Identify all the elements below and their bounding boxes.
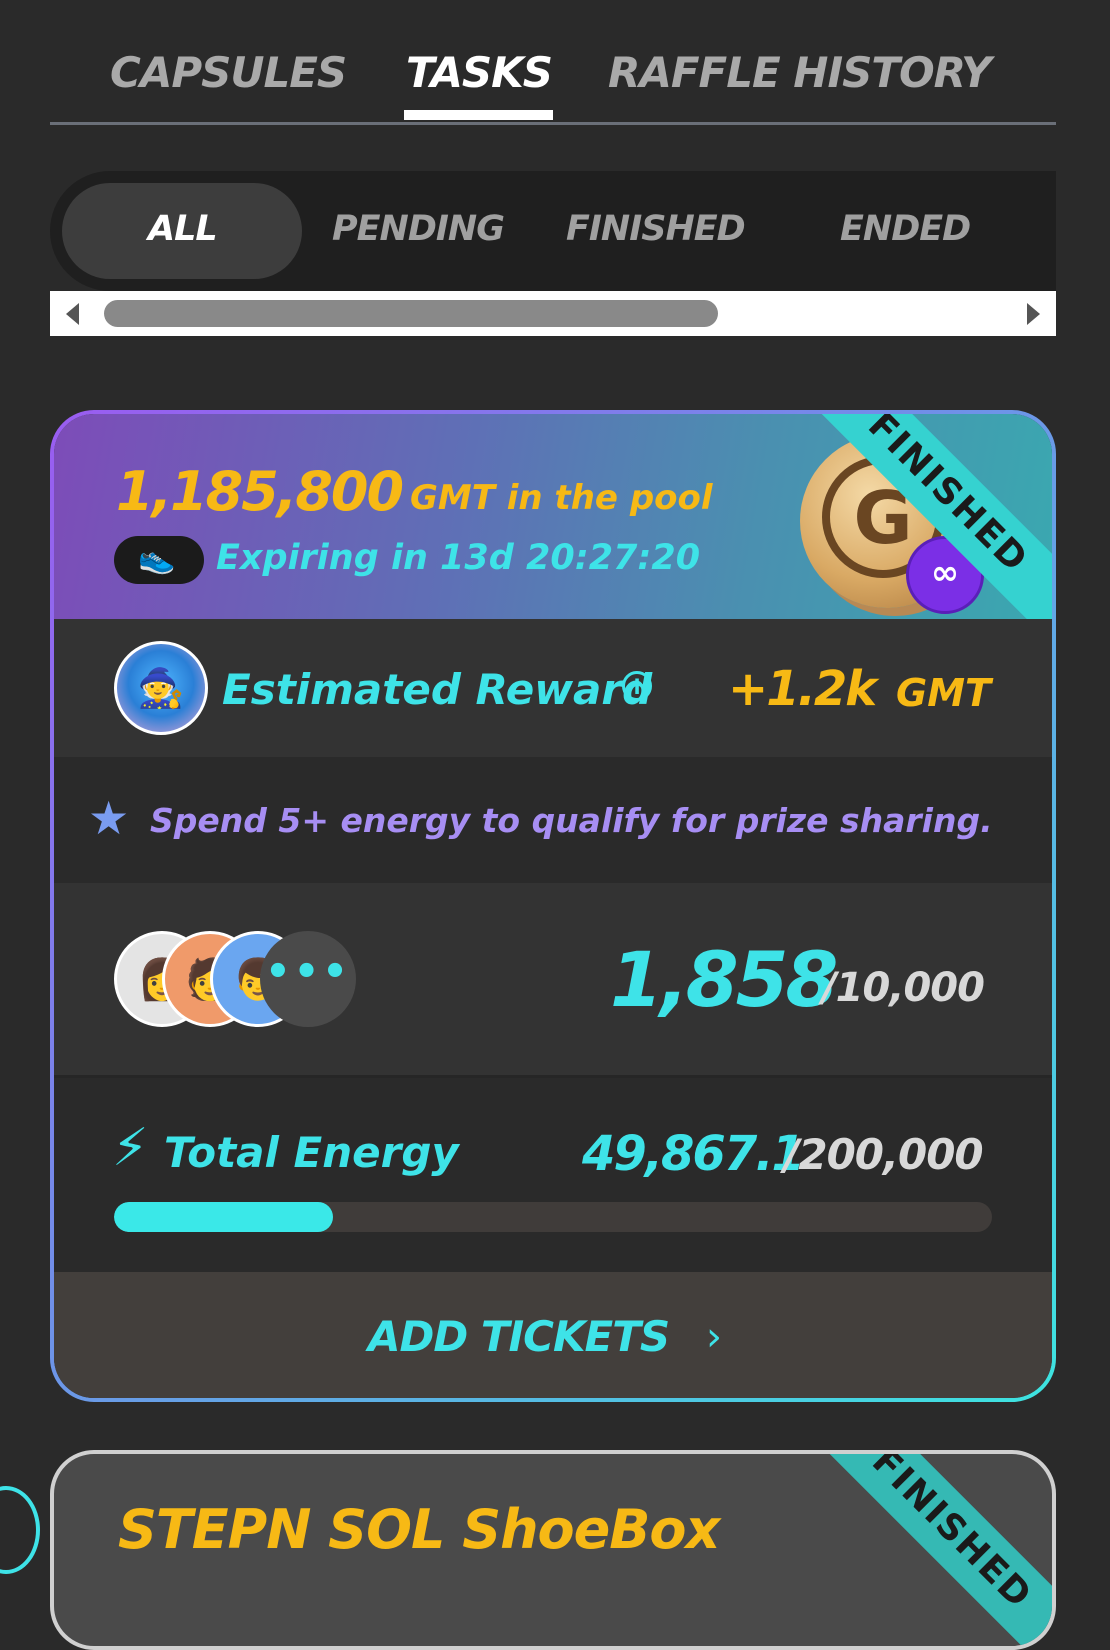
energy-label: Total Energy [164, 1128, 459, 1177]
energy-value: 49,867.1 [582, 1126, 805, 1182]
total-energy-row: ⚡ Total Energy 49,867.1 /200,000 [54, 1078, 1052, 1272]
info-icon[interactable]: i [622, 671, 652, 701]
card-header: 1,185,800 GMT in the pool 👟 Expiring in … [54, 414, 1052, 634]
tab-raffle-history[interactable]: RAFFLE HISTORY [608, 48, 992, 97]
avatar: 🧙 [114, 641, 208, 735]
add-tickets-button[interactable]: ADD TICKETS › [54, 1272, 1052, 1398]
star-icon: ★ [88, 791, 130, 845]
running-shoe-icon: 👟 [138, 541, 176, 576]
shoe-badge: 👟 [114, 536, 204, 584]
participants-row: 👩 🧑 👦 ••• 1,858 /10,000 [54, 883, 1052, 1078]
reward-label: Estimated Reward [222, 665, 653, 714]
add-tickets-label: ADD TICKETS [368, 1312, 670, 1361]
tab-tasks[interactable]: TASKS [406, 48, 553, 97]
pool-label: GMT in the pool [410, 478, 713, 518]
energy-max: /200,000 [784, 1130, 984, 1179]
filter-ended[interactable]: ENDED [840, 209, 971, 249]
ticket-count: 1,858 [610, 935, 838, 1024]
more-participants-button[interactable]: ••• [260, 931, 356, 1027]
energy-progress-bar [114, 1202, 992, 1232]
energy-progress-fill [114, 1202, 333, 1232]
expiry-countdown: Expiring in 13d 20:27:20 [216, 538, 701, 578]
card2-title: STEPN SOL ShoeBox [118, 1498, 720, 1561]
scroll-left-arrow-icon[interactable] [66, 303, 79, 325]
filter-bar: ALL PENDING FINISHED ENDED [50, 171, 1056, 291]
tab-capsules[interactable]: CAPSULES [110, 48, 347, 97]
horizontal-scrollbar[interactable] [50, 291, 1056, 336]
filter-all[interactable]: ALL [148, 209, 218, 249]
pool-amount: 1,185,800 [116, 460, 404, 523]
filter-finished[interactable]: FINISHED [566, 209, 746, 249]
scroll-right-arrow-icon[interactable] [1027, 303, 1040, 325]
reward-value: +1.2k [728, 661, 877, 717]
qualify-row: ★ Spend 5+ energy to qualify for prize s… [54, 757, 1052, 883]
raffle-card[interactable]: 1,185,800 GMT in the pool 👟 Expiring in … [50, 410, 1056, 1402]
raffle-card-2[interactable]: STEPN SOL ShoeBox FINISHED [50, 1450, 1056, 1650]
reward-unit: GMT [896, 671, 991, 715]
qualify-text: Spend 5+ energy to qualify for prize sha… [150, 801, 993, 840]
ticket-max: /10,000 [822, 965, 985, 1011]
estimated-reward-row: 🧙 Estimated Reward i +1.2k GMT [54, 619, 1052, 757]
scrollbar-thumb[interactable] [104, 300, 718, 327]
chevron-right-icon: › [706, 1314, 722, 1360]
filter-pending[interactable]: PENDING [332, 209, 505, 249]
lightning-bolt-icon: ⚡ [112, 1118, 149, 1178]
active-tab-underline [404, 110, 553, 120]
status-ribbon-2: FINISHED [811, 1454, 1052, 1646]
top-tab-bar: CAPSULES TASKS RAFFLE HISTORY [50, 40, 1056, 125]
edge-decoration [0, 1486, 40, 1574]
